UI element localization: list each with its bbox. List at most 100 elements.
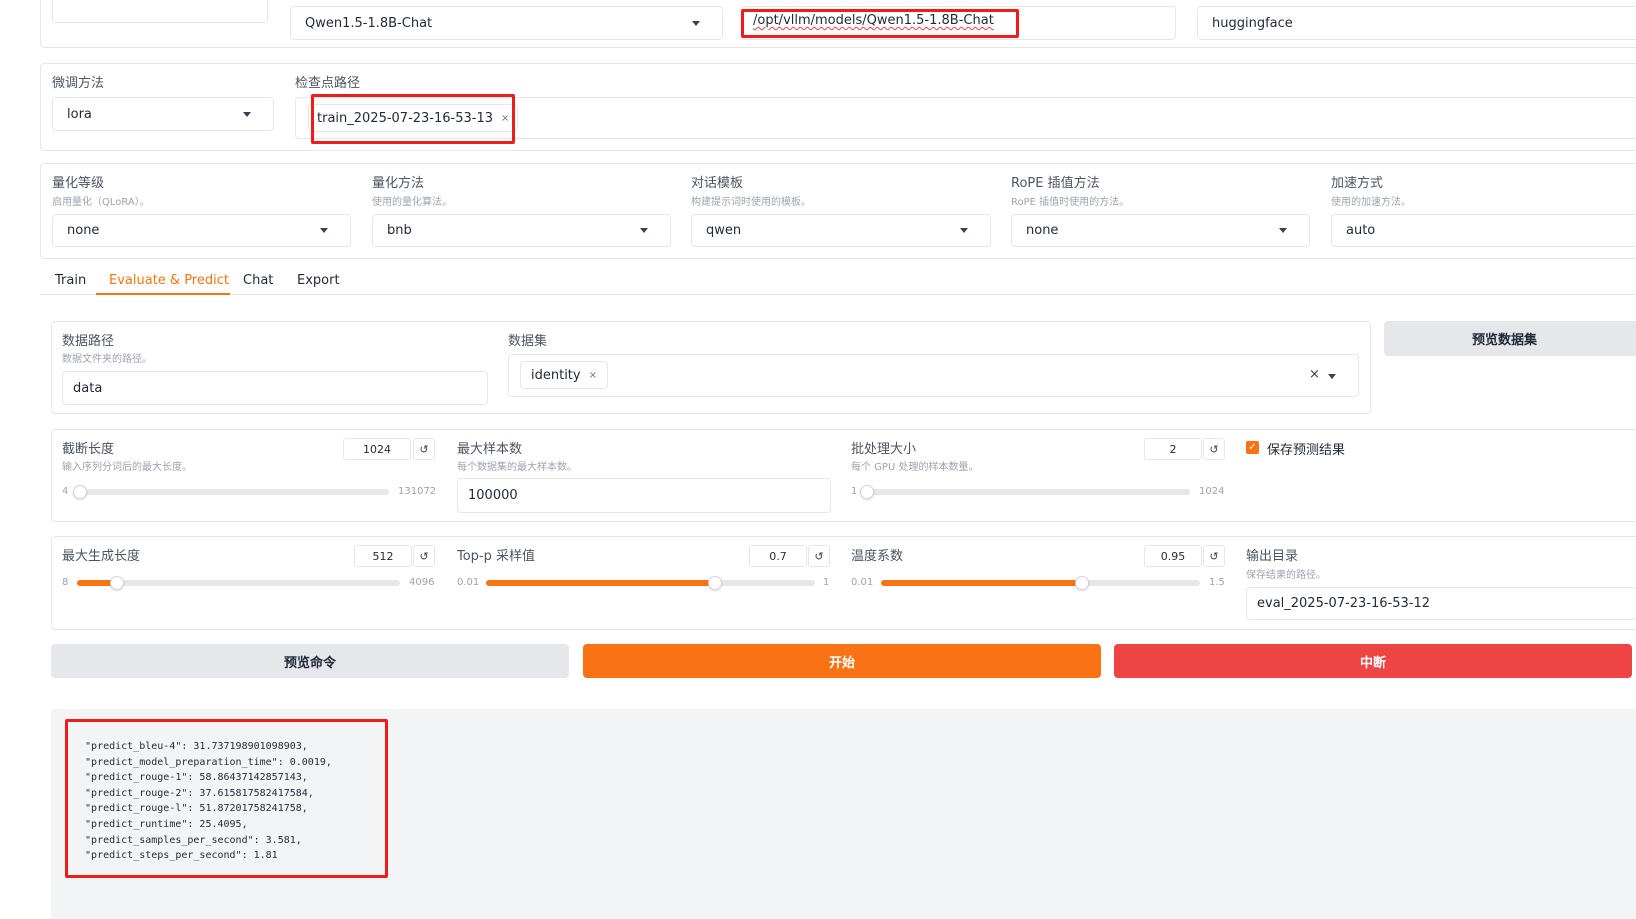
rope-label: RoPE 插值方法	[1011, 176, 1100, 191]
start-button[interactable]: 开始	[583, 644, 1101, 678]
top-p-number[interactable]: 0.7	[749, 545, 807, 567]
template-value: qwen	[706, 223, 742, 238]
booster-label: 加速方式	[1331, 176, 1384, 191]
quant-bit-select[interactable]: none	[52, 214, 351, 247]
top-p-min: 0.01	[457, 577, 480, 588]
quant-method-info: 使用的量化算法。	[372, 197, 452, 208]
quant-bit-value: none	[67, 223, 100, 238]
template-select[interactable]: qwen	[691, 214, 991, 247]
dataset-select[interactable]	[508, 354, 1359, 397]
hub-select[interactable]: huggingface	[1197, 6, 1636, 40]
booster-select[interactable]: auto	[1331, 214, 1636, 247]
temperature-label: 温度系数	[851, 549, 904, 564]
top-p-fill	[486, 580, 716, 586]
temperature-max: 1.5	[1209, 577, 1225, 588]
preview-command-button[interactable]: 预览命令	[51, 644, 569, 678]
rope-info: RoPE 插值时使用的方法。	[1011, 197, 1130, 208]
params-panel-1	[51, 429, 1636, 522]
model-name-value: Qwen1.5-1.8B-Chat	[305, 15, 433, 31]
tab-export[interactable]: Export	[297, 273, 340, 288]
save-predictions-checkbox[interactable]: ✓	[1246, 441, 1259, 454]
tab-train[interactable]: Train	[55, 273, 86, 288]
temperature-number[interactable]: 0.95	[1144, 545, 1202, 567]
batch-size-max: 1024	[1199, 486, 1225, 497]
quant-method-select[interactable]: bnb	[372, 214, 671, 247]
output-dir-label: 输出目录	[1246, 549, 1299, 564]
max-new-tokens-number[interactable]: 512	[354, 545, 412, 567]
dataset-tag-remove-icon[interactable]: ×	[589, 370, 597, 381]
checkpoint-path-label: 检查点路径	[295, 76, 361, 91]
save-predictions-label[interactable]: 保存预测结果	[1267, 439, 1345, 458]
cutoff-len-label: 截断长度	[62, 442, 115, 457]
tab-bar	[40, 294, 1636, 295]
dataset-tag[interactable]: identity ×	[520, 361, 608, 389]
max-samples-label: 最大样本数	[457, 442, 523, 457]
output-dir-info: 保存结果的路径。	[1246, 570, 1326, 581]
batch-size-reset-icon[interactable]: ↺	[1203, 438, 1225, 460]
template-chevron-down-icon[interactable]	[960, 228, 968, 233]
booster-info: 使用的加速方法。	[1331, 197, 1411, 208]
dataset-clear-icon[interactable]: ×	[1309, 367, 1320, 382]
top-p-slider[interactable]	[486, 576, 815, 590]
finetune-method-value: lora	[67, 106, 92, 122]
max-samples-info: 每个数据集的最大样本数。	[457, 462, 577, 473]
cutoff-len-max: 131072	[398, 486, 437, 497]
rope-value: none	[1026, 223, 1059, 238]
finetune-method-chevron-down-icon[interactable]	[243, 112, 251, 117]
dataset-chevron-down-icon[interactable]	[1328, 374, 1336, 379]
quant-method-label: 量化方法	[372, 176, 425, 191]
temperature-slider[interactable]	[881, 576, 1200, 590]
highlight-output	[65, 719, 388, 878]
batch-size-min: 1	[851, 486, 858, 497]
max-new-tokens-reset-icon[interactable]: ↺	[413, 545, 435, 567]
preview-dataset-button[interactable]: 预览数据集	[1384, 321, 1636, 356]
output-dir-value: eval_2025-07-23-16-53-12	[1257, 596, 1431, 611]
finetune-method-label: 微调方法	[52, 76, 105, 91]
temperature-reset-icon[interactable]: ↺	[1203, 545, 1225, 567]
batch-size-info: 每个 GPU 处理的样本数量。	[851, 462, 979, 473]
cutoff-len-reset-icon[interactable]: ↺	[413, 438, 435, 460]
top-p-reset-icon[interactable]: ↺	[808, 545, 830, 567]
rope-select[interactable]: none	[1011, 214, 1310, 247]
cutoff-len-thumb[interactable]	[72, 485, 87, 499]
tab-active-indicator	[96, 293, 230, 295]
max-samples-value: 100000	[468, 488, 518, 503]
temperature-fill	[881, 580, 1083, 586]
batch-size-slider[interactable]	[860, 485, 1190, 499]
quant-bit-info: 启用量化（QLoRA）。	[52, 197, 150, 208]
highlight-checkpoint	[311, 94, 515, 144]
tab-evaluate-predict[interactable]: Evaluate & Predict	[109, 273, 229, 288]
model-name-select[interactable]: Qwen1.5-1.8B-Chat	[290, 6, 723, 40]
max-new-tokens-max: 4096	[409, 577, 435, 588]
max-new-tokens-label: 最大生成长度	[62, 549, 141, 564]
highlight-model-path	[741, 9, 1019, 38]
batch-size-label: 批处理大小	[851, 442, 917, 457]
finetune-method-select[interactable]: lora	[52, 97, 274, 131]
language-select[interactable]	[52, 0, 268, 23]
cutoff-len-number[interactable]: 1024	[343, 438, 411, 460]
max-new-tokens-thumb[interactable]	[109, 576, 124, 590]
rope-chevron-down-icon[interactable]	[1279, 228, 1287, 233]
booster-value: auto	[1346, 223, 1376, 238]
max-samples-input[interactable]: 100000	[457, 478, 831, 513]
tab-chat[interactable]: Chat	[243, 273, 273, 288]
top-p-label: Top-p 采样值	[457, 549, 536, 564]
check-icon: ✓	[1248, 442, 1257, 453]
cutoff-len-info: 输入序列分词后的最大长度。	[62, 462, 192, 473]
dataset-dir-input[interactable]: data	[62, 371, 488, 405]
template-info: 构建提示词时使用的模板。	[691, 197, 811, 208]
cutoff-len-min: 4	[62, 486, 69, 497]
output-dir-input[interactable]: eval_2025-07-23-16-53-12	[1246, 587, 1636, 620]
max-new-tokens-slider[interactable]	[77, 576, 400, 590]
dataset-dir-label: 数据路径	[62, 334, 115, 349]
cutoff-len-slider[interactable]	[72, 485, 389, 499]
model-name-chevron-down-icon[interactable]	[692, 21, 700, 26]
template-label: 对话模板	[691, 176, 744, 191]
quant-bit-chevron-down-icon[interactable]	[320, 228, 328, 233]
batch-size-number[interactable]: 2	[1144, 438, 1202, 460]
quant-method-value: bnb	[387, 223, 412, 238]
stop-button[interactable]: 中断	[1114, 644, 1632, 678]
dataset-dir-info: 数据文件夹的路径。	[62, 354, 152, 365]
quant-method-chevron-down-icon[interactable]	[640, 228, 648, 233]
dataset-dir-value: data	[73, 380, 103, 396]
